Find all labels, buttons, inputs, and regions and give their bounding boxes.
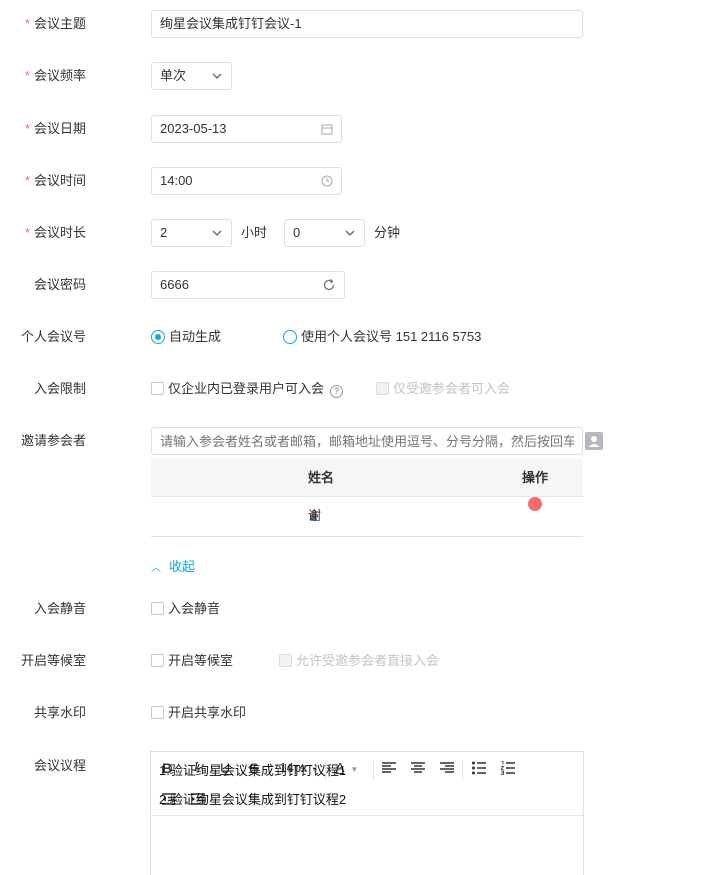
- watermark-label: 共享水印: [33, 705, 86, 720]
- time-picker[interactable]: 14:00: [151, 167, 342, 195]
- refresh-icon[interactable]: [322, 278, 336, 292]
- remove-invitee-icon[interactable]: ✕: [528, 497, 542, 521]
- checkbox-icon: [279, 654, 292, 667]
- minutes-unit: 分钟: [374, 225, 401, 240]
- checkbox-icon: [151, 654, 164, 667]
- chevron-down-icon: [345, 230, 355, 236]
- personal-id-label: 个人会议号: [20, 329, 86, 344]
- date-picker[interactable]: 2023-05-13: [151, 115, 342, 143]
- duration-hours-select[interactable]: 2: [151, 219, 232, 247]
- chevron-down-icon: [212, 73, 222, 79]
- numbered-list-icon[interactable]: [501, 761, 515, 775]
- table-row: 谢 ✕: [151, 496, 583, 536]
- checkbox-icon: [376, 382, 389, 395]
- duration-minutes-select[interactable]: 0: [284, 219, 365, 247]
- agenda-line: 2.验证绚星会议集成到钉钉议程2: [159, 792, 347, 807]
- invitee-name: 谢: [308, 508, 322, 523]
- password-label: 会议密码: [33, 277, 86, 292]
- topic-input[interactable]: 绚星会议集成钉钉会议-1: [151, 10, 583, 38]
- chevron-up-icon: ︿: [151, 563, 161, 574]
- help-icon[interactable]: ?: [330, 385, 344, 398]
- duration-hours-value: 2: [160, 225, 168, 240]
- column-action: 操作: [522, 470, 549, 485]
- radio-auto[interactable]: 自动生成: [151, 323, 221, 351]
- time-value: 14:00: [160, 173, 193, 188]
- collapse-toggle[interactable]: ︿ 收起: [151, 555, 195, 581]
- checkbox-icon: [151, 382, 164, 395]
- radio-unchecked-icon: [283, 330, 297, 344]
- clock-icon: [321, 175, 333, 187]
- mute-label: 入会静音: [33, 601, 86, 616]
- date-value: 2023-05-13: [160, 121, 227, 136]
- duration-label: * 会议时长: [24, 225, 86, 240]
- frequency-select[interactable]: 单次: [151, 62, 232, 90]
- invite-input[interactable]: [151, 427, 583, 455]
- duration-minutes-value: 0: [293, 225, 301, 240]
- invitee-table: 姓名 操作 谢 ✕: [151, 459, 583, 537]
- table-header: 姓名 操作: [151, 459, 583, 496]
- invite-label: 邀请参会者: [20, 433, 86, 448]
- time-label: * 会议时间: [24, 173, 86, 188]
- bulleted-list-icon[interactable]: [472, 761, 486, 775]
- password-value: 6666: [160, 277, 189, 292]
- checkbox-icon: [151, 706, 164, 719]
- date-label: * 会议日期: [24, 121, 86, 136]
- agenda-line: 1.验证绚星会议集成到钉钉议程1: [159, 763, 347, 778]
- align-center-icon[interactable]: [411, 762, 425, 774]
- checkbox-waiting-room[interactable]: 开启等候室: [151, 647, 233, 675]
- align-left-icon[interactable]: [382, 762, 396, 774]
- chevron-down-icon: [212, 230, 222, 236]
- checkbox-direct-join: 允许受邀参会者直接入会: [279, 647, 439, 675]
- agenda-label: 会议议程: [33, 758, 86, 773]
- topic-label: * 会议主题: [24, 16, 86, 31]
- checkbox-mute[interactable]: 入会静音: [151, 595, 220, 623]
- frequency-value: 单次: [160, 68, 187, 83]
- waiting-room-label: 开启等候室: [20, 653, 86, 668]
- contact-book-icon[interactable]: [585, 432, 603, 450]
- join-limit-label: 入会限制: [33, 381, 86, 396]
- radio-personal[interactable]: 使用个人会议号 151 2116 5753: [283, 323, 481, 351]
- align-right-icon[interactable]: [440, 762, 454, 774]
- column-name: 姓名: [308, 470, 335, 485]
- checkbox-watermark[interactable]: 开启共享水印: [151, 699, 246, 727]
- agenda-editor: B I U S 14px ▼ A ▼ 1.验证绚星会议集成到钉钉议程1 2.验证绚星…: [150, 751, 584, 875]
- radio-checked-icon: [151, 330, 165, 344]
- checkbox-login-only[interactable]: 仅企业内已登录用户可入会?: [151, 375, 344, 403]
- frequency-label: * 会议频率: [24, 68, 86, 83]
- hours-unit: 小时: [241, 225, 268, 240]
- checkbox-invited-only: 仅受邀参会者可入会: [376, 375, 510, 403]
- password-input[interactable]: 6666: [151, 271, 345, 299]
- checkbox-icon: [151, 602, 164, 615]
- calendar-icon: [321, 124, 333, 135]
